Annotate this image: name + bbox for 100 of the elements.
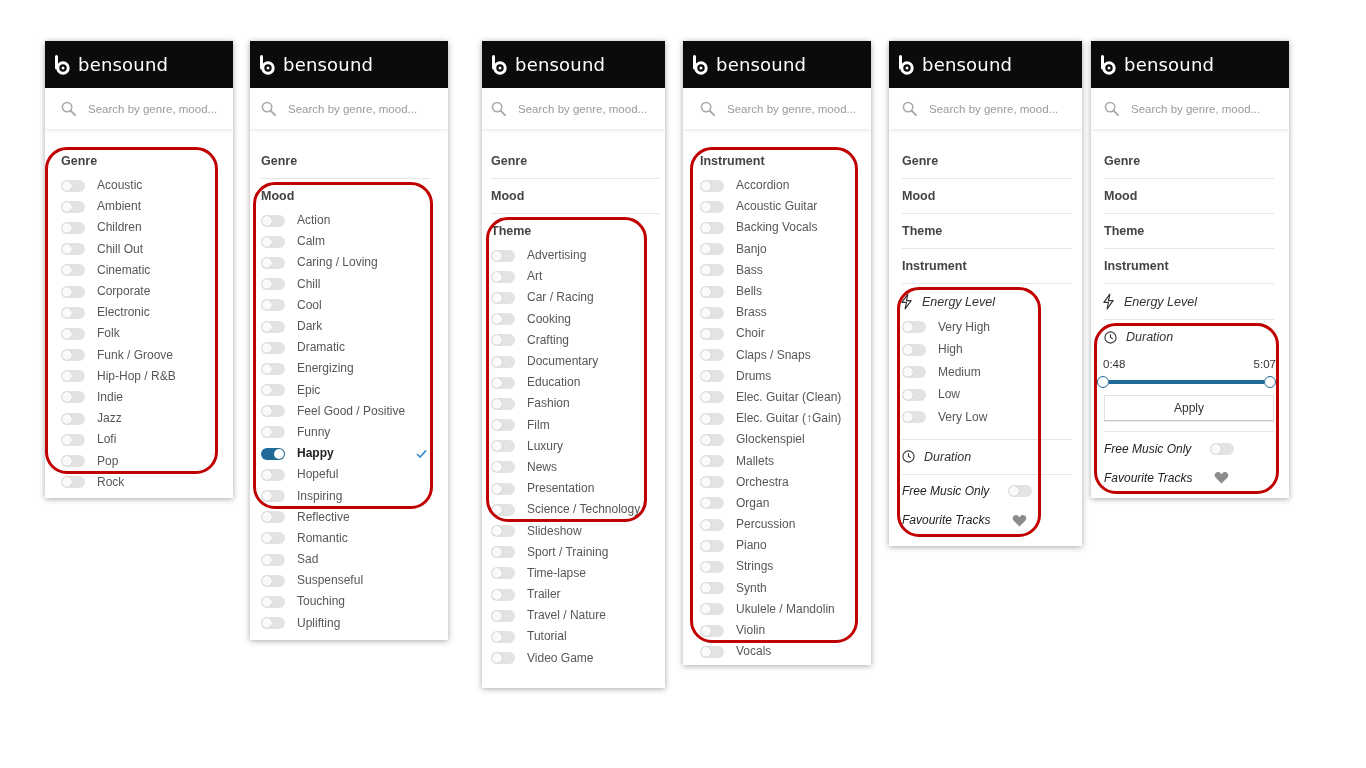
toggle-switch[interactable] [261,235,285,248]
toggle-switch[interactable] [700,560,724,573]
toggle-switch[interactable] [261,362,285,375]
section-header[interactable]: Theme [1091,214,1289,248]
toggle-switch[interactable] [491,270,515,283]
toggle-switch[interactable] [700,624,724,637]
toggle-switch[interactable] [61,264,85,277]
slider-track[interactable] [1109,380,1264,384]
toggle-switch[interactable] [261,384,285,397]
toggle-switch[interactable] [1008,485,1032,497]
toggle-switch[interactable] [61,306,85,319]
toggle-switch[interactable] [61,349,85,362]
toggle-switch[interactable] [902,411,926,424]
toggle-switch[interactable] [491,503,515,516]
toggle-switch[interactable] [902,366,926,379]
toggle-switch[interactable] [700,200,724,213]
toggle-switch[interactable] [61,285,85,298]
section-header[interactable]: Theme [889,214,1082,248]
search-field[interactable]: Search by genre, mood... [288,99,444,118]
toggle-switch[interactable] [261,553,285,566]
toggle-switch[interactable] [491,482,515,495]
toggle-switch[interactable] [261,299,285,312]
toggle-switch[interactable] [261,278,285,291]
section-header[interactable]: Genre [482,144,665,178]
section-header[interactable]: Instrument [683,144,871,175]
toggle-switch[interactable] [261,468,285,481]
slider-handle[interactable] [1264,376,1276,388]
toggle-switch[interactable] [902,388,926,401]
toggle-switch[interactable] [700,539,724,552]
toggle-switch[interactable] [61,179,85,192]
toggle-switch[interactable] [491,397,515,410]
toggle-switch[interactable] [491,630,515,643]
toggle-switch[interactable] [700,518,724,531]
toggle-switch[interactable] [261,595,285,608]
section-header[interactable]: Instrument [1091,249,1289,283]
toggle-switch[interactable] [491,652,515,665]
toggle-switch[interactable] [700,497,724,510]
toggle-switch[interactable] [700,412,724,425]
toggle-switch[interactable] [700,243,724,256]
toggle-switch[interactable] [261,426,285,439]
toggle-switch[interactable] [700,179,724,192]
section-header[interactable]: Genre [45,144,233,175]
section-header[interactable]: Energy Level [889,284,1082,316]
section-header[interactable]: Energy Level [1091,284,1289,319]
toggle-switch[interactable] [491,291,515,304]
toggle-switch[interactable] [61,476,85,489]
section-header[interactable]: Duration [889,439,1082,474]
toggle-switch[interactable] [700,391,724,404]
toggle-switch[interactable] [261,617,285,630]
toggle-switch[interactable] [491,588,515,601]
toggle-switch[interactable] [491,546,515,559]
toggle-switch[interactable] [261,574,285,587]
toggle-switch[interactable] [700,582,724,595]
toggle-switch[interactable] [491,609,515,622]
section-header[interactable]: Mood [482,179,665,213]
heart-icon[interactable] [1012,513,1027,527]
search-field[interactable]: Search by genre, mood... [1131,99,1285,118]
section-header[interactable]: Instrument [889,249,1082,283]
section-header[interactable]: Genre [250,144,448,178]
toggle-switch[interactable] [700,306,724,319]
section-header[interactable]: Mood [1091,179,1289,213]
toggle-switch[interactable] [61,327,85,340]
toggle-switch[interactable] [491,249,515,262]
section-header[interactable]: Mood [250,179,448,210]
toggle-switch[interactable] [700,285,724,298]
section-header[interactable]: Genre [889,144,1082,178]
toggle-switch[interactable] [700,603,724,616]
apply-button[interactable]: Apply [1104,395,1274,421]
search-field[interactable]: Search by genre, mood... [929,99,1078,118]
slider-handle[interactable] [1097,376,1109,388]
toggle-switch[interactable] [491,355,515,368]
toggle-switch[interactable] [700,349,724,362]
toggle-switch[interactable] [491,461,515,474]
toggle-switch[interactable] [261,256,285,269]
toggle-switch[interactable] [491,440,515,453]
toggle-switch[interactable] [261,214,285,227]
toggle-switch[interactable] [61,455,85,468]
toggle-switch[interactable] [902,343,926,356]
search-field[interactable]: Search by genre, mood... [518,99,661,118]
heart-icon[interactable] [1214,471,1229,484]
toggle-switch[interactable] [700,327,724,340]
toggle-switch[interactable] [61,370,85,383]
toggle-switch[interactable] [261,447,285,460]
toggle-switch[interactable] [700,370,724,383]
toggle-switch[interactable] [700,221,724,234]
section-header[interactable]: Genre [1091,144,1289,178]
toggle-switch[interactable] [61,433,85,446]
section-header[interactable]: Duration [1091,320,1289,351]
toggle-switch[interactable] [700,645,724,658]
toggle-switch[interactable] [61,221,85,234]
toggle-switch[interactable] [61,200,85,213]
toggle-switch[interactable] [61,412,85,425]
toggle-switch[interactable] [491,567,515,580]
toggle-switch[interactable] [491,334,515,347]
toggle-switch[interactable] [261,511,285,524]
section-header[interactable]: Mood [889,179,1082,213]
section-header[interactable]: Theme [482,214,665,245]
toggle-switch[interactable] [700,433,724,446]
search-field[interactable]: Search by genre, mood... [727,99,867,118]
toggle-switch[interactable] [491,313,515,326]
